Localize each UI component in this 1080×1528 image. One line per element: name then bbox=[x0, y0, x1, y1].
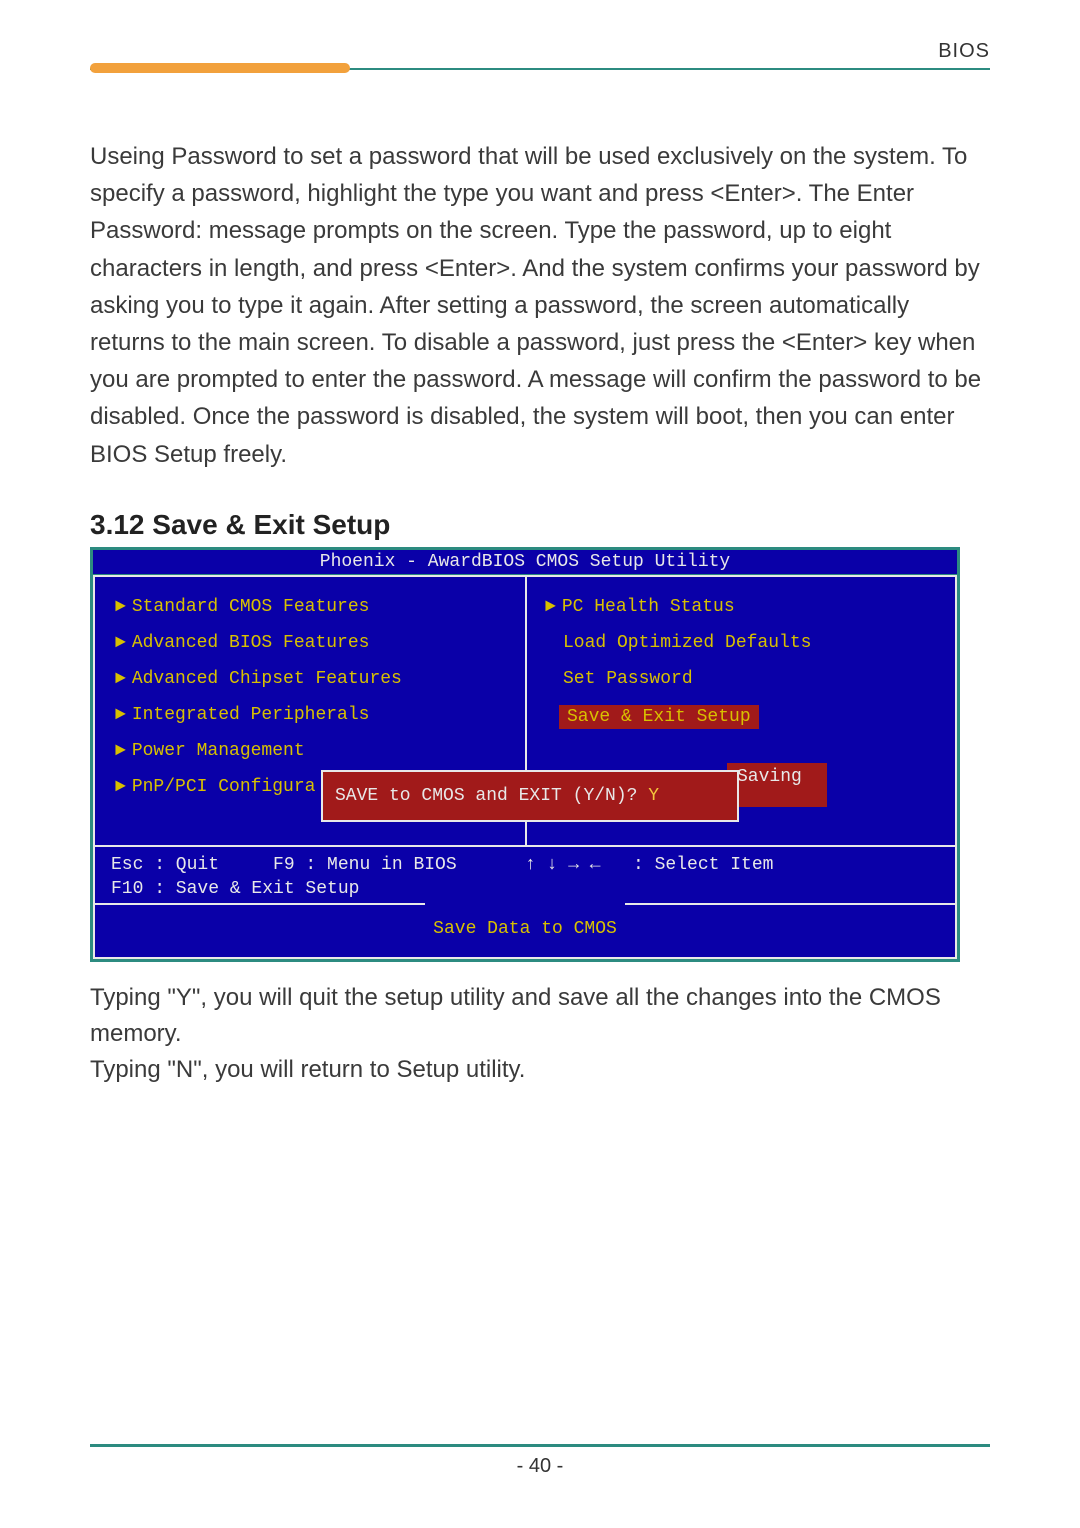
triangle-right-icon: ► bbox=[545, 597, 556, 617]
triangle-right-icon: ► bbox=[115, 597, 126, 617]
dialog-answer: Y bbox=[648, 786, 659, 806]
bios-screenshot: Phoenix - AwardBIOS CMOS Setup Utility ►… bbox=[90, 547, 960, 963]
dialog-prompt: SAVE to CMOS and EXIT (Y/N)? bbox=[335, 786, 648, 806]
menu-item-advanced-chipset[interactable]: ► Advanced Chipset Features bbox=[115, 669, 509, 689]
page-footer: - 40 - bbox=[90, 1444, 990, 1478]
menu-label-selected: Save & Exit Setup bbox=[559, 705, 759, 729]
key-hints-right: ↑ ↓ → ← : Select Item bbox=[525, 853, 939, 902]
footer-divider bbox=[90, 1444, 990, 1447]
menu-item-standard-cmos[interactable]: ► Standard CMOS Features bbox=[115, 597, 509, 617]
bios-inner-frame: ► Standard CMOS Features ► Advanced BIOS F… bbox=[93, 575, 957, 960]
triangle-right-icon: ► bbox=[115, 669, 126, 689]
menu-label: Power Management bbox=[132, 741, 305, 761]
menu-label: Load Optimized Defaults bbox=[563, 633, 811, 653]
triangle-right-icon: ► bbox=[115, 705, 126, 725]
password-paragraph: Useing Password to set a password that w… bbox=[90, 138, 990, 473]
header-accent-bar bbox=[90, 63, 350, 73]
typing-n-line: Typing "N", you will return to Setup uti… bbox=[90, 1052, 990, 1088]
triangle-right-icon: ► bbox=[115, 633, 126, 653]
menu-label: Advanced BIOS Features bbox=[132, 633, 370, 653]
menu-label: Integrated Peripherals bbox=[132, 705, 370, 725]
post-bios-text: Typing "Y", you will quit the setup util… bbox=[90, 980, 990, 1088]
saving-status-label: Saving bbox=[727, 763, 827, 807]
triangle-right-icon: ► bbox=[115, 741, 126, 761]
bios-title-bar: Phoenix - AwardBIOS CMOS Setup Utility bbox=[93, 550, 957, 575]
menu-item-advanced-bios[interactable]: ► Advanced BIOS Features bbox=[115, 633, 509, 653]
typing-y-line: Typing "Y", you will quit the setup util… bbox=[90, 980, 990, 1052]
page-number: - 40 - bbox=[517, 1455, 564, 1477]
section-heading-save-exit: 3.12 Save & Exit Setup bbox=[90, 509, 990, 541]
save-confirm-dialog[interactable]: SAVE to CMOS and EXIT (Y/N)? Y bbox=[321, 770, 739, 822]
bios-key-hints: Esc : Quit F9 : Menu in BIOS F10 : Save … bbox=[95, 847, 955, 904]
menu-item-set-password[interactable]: Set Password bbox=[563, 669, 939, 689]
menu-label: PnP/PCI Configura bbox=[132, 777, 316, 797]
menu-item-pc-health[interactable]: ► PC Health Status bbox=[545, 597, 939, 617]
menu-item-integrated-peripherals[interactable]: ► Integrated Peripherals bbox=[115, 705, 509, 725]
menu-label: Set Password bbox=[563, 669, 693, 689]
header-section-label: BIOS bbox=[938, 40, 990, 63]
divider-notch bbox=[425, 899, 625, 909]
menu-label: PC Health Status bbox=[562, 597, 735, 617]
bios-bottom-command: Save Data to CMOS bbox=[95, 905, 955, 957]
triangle-right-icon: ► bbox=[115, 777, 126, 797]
menu-item-load-defaults[interactable]: Load Optimized Defaults bbox=[563, 633, 939, 653]
bios-menu-columns: ► Standard CMOS Features ► Advanced BIOS F… bbox=[95, 577, 955, 845]
menu-label: Advanced Chipset Features bbox=[132, 669, 402, 689]
key-hints-left: Esc : Quit F9 : Menu in BIOS F10 : Save … bbox=[111, 853, 525, 902]
page: BIOS Useing Password to set a password t… bbox=[0, 0, 1080, 1528]
menu-item-save-exit[interactable]: Save & Exit Setup bbox=[545, 705, 939, 745]
page-header: BIOS bbox=[90, 60, 990, 96]
menu-label: Standard CMOS Features bbox=[132, 597, 370, 617]
menu-item-power-management[interactable]: ► Power Management bbox=[115, 741, 509, 761]
bios-divider-2 bbox=[95, 903, 955, 905]
